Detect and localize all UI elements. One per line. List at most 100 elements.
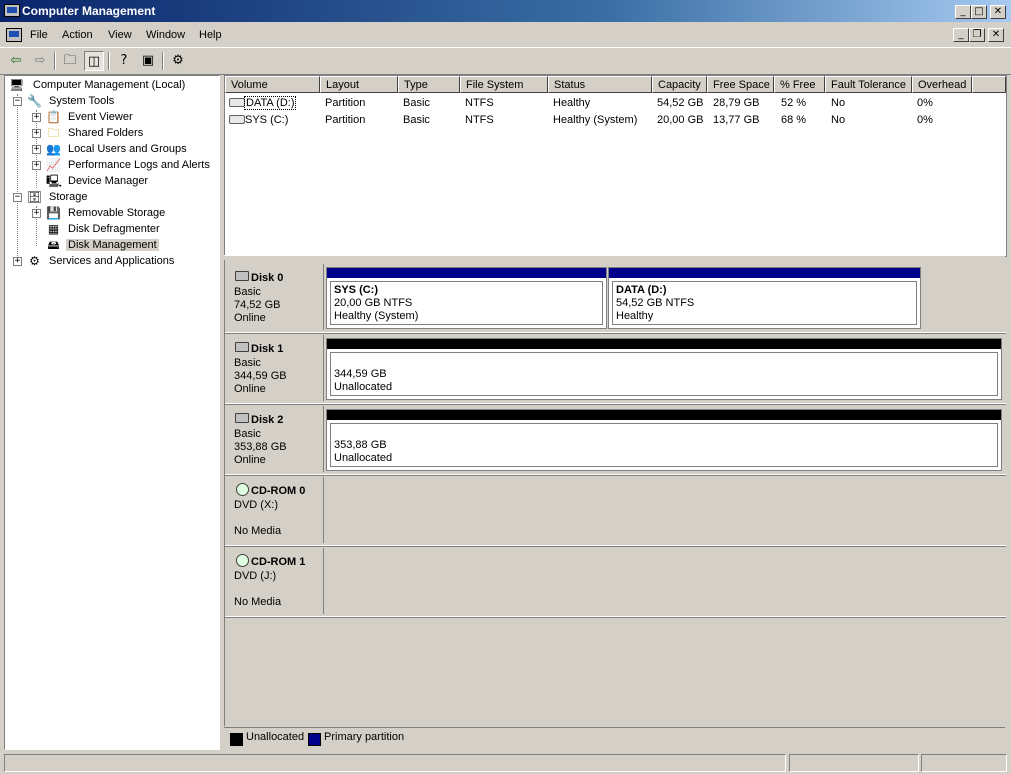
storage-icon: 🗄	[27, 190, 43, 204]
disk-info[interactable]: Disk 0 Basic 74,52 GB Online	[227, 264, 324, 330]
console-tree[interactable]: 🖥 Computer Management (Local) − 🔧 System…	[4, 75, 220, 750]
volume-list[interactable]: Volume Layout Type File System Status Ca…	[224, 75, 1007, 257]
partition-size: 54,52 GB NTFS	[616, 297, 695, 309]
up-folder-icon[interactable]: 🗀	[60, 51, 80, 71]
column-header-filler	[972, 76, 1006, 93]
disk-name: Disk 1	[251, 343, 284, 355]
disk-state: No Media	[234, 596, 282, 608]
column-header-fault-tolerance[interactable]: Fault Tolerance	[825, 76, 912, 93]
forward-arrow-icon[interactable]: ⇨	[30, 51, 50, 71]
disk-size: 353,88 GB	[234, 441, 287, 453]
disk-type: DVD (X:)	[234, 499, 278, 511]
legend: Unallocated Primary partition	[224, 727, 1005, 748]
disk-info[interactable]: CD-ROM 1 DVD (J:) No Media	[227, 548, 324, 614]
disk-management-icon: 🖴	[47, 238, 60, 252]
cell-volume: DATA (D:)	[244, 96, 297, 110]
status-panel	[789, 754, 919, 772]
disk-state: Online	[234, 454, 266, 466]
column-header-percent-free[interactable]: % Free	[774, 76, 825, 93]
cdrom-row[interactable]: CD-ROM 0 DVD (X:) No Media	[225, 475, 1006, 546]
legend-primary-partition: Primary partition	[324, 731, 405, 743]
mdi-document-icon[interactable]	[6, 28, 22, 42]
primary-partition-bar	[609, 268, 920, 278]
disk-info[interactable]: Disk 2 Basic 353,88 GB Online	[227, 406, 324, 472]
cell-file-system: NTFS	[465, 114, 494, 126]
column-header-status[interactable]: Status	[548, 76, 652, 93]
column-header-overhead[interactable]: Overhead	[912, 76, 972, 93]
disk-info[interactable]: Disk 1 Basic 344,59 GB Online	[227, 335, 324, 401]
unallocated-region[interactable]: 353,88 GB Unallocated	[326, 409, 1002, 471]
disk-graphical-view[interactable]: Disk 0 Basic 74,52 GB Online SYS (C:) 20…	[224, 260, 1006, 726]
primary-partition-bar	[327, 268, 606, 278]
menu-file[interactable]: File	[30, 29, 48, 41]
cell-status: Healthy	[553, 97, 591, 109]
system-tools-icon: 🔧	[27, 94, 42, 108]
removable-storage-icon: 💾	[46, 206, 61, 220]
disk-row[interactable]: Disk 0 Basic 74,52 GB Online SYS (C:) 20…	[225, 262, 1006, 333]
mdi-minimize-button[interactable]: _	[953, 28, 969, 42]
disk-state: Online	[234, 312, 266, 324]
computer-icon: 🖥	[9, 78, 25, 92]
unallocated-bar	[327, 339, 1001, 349]
expand-icon[interactable]: +	[13, 257, 22, 266]
collapse-icon[interactable]: −	[13, 97, 22, 106]
title-bar[interactable]: Computer Management _ □ ✕	[0, 0, 1011, 22]
cdrom-icon	[236, 554, 249, 567]
menu-help[interactable]: Help	[199, 29, 222, 41]
disk-info[interactable]: CD-ROM 0 DVD (X:) No Media	[227, 477, 324, 543]
cdrom-row[interactable]: CD-ROM 1 DVD (J:) No Media	[225, 546, 1006, 617]
mdi-close-button[interactable]: ✕	[988, 28, 1004, 42]
column-header-volume[interactable]: Volume	[225, 76, 320, 93]
partition-sys-c[interactable]: SYS (C:) 20,00 GB NTFS Healthy (System)	[326, 267, 607, 329]
show-hide-tree-icon[interactable]: ◫	[84, 51, 104, 71]
disk-type: DVD (J:)	[234, 570, 277, 582]
back-arrow-icon[interactable]: ⇦	[6, 51, 26, 71]
column-header-layout[interactable]: Layout	[320, 76, 398, 93]
disk-name: CD-ROM 1	[251, 556, 306, 568]
cell-layout: Partition	[325, 97, 366, 109]
cell-free-space: 28,79 GB	[713, 97, 760, 109]
cell-fault-tolerance: No	[831, 97, 846, 109]
column-header-file-system[interactable]: File System	[460, 76, 548, 93]
maximize-button[interactable]: □	[971, 5, 987, 19]
column-header-free-space[interactable]: Free Space	[707, 76, 774, 93]
menu-view[interactable]: View	[108, 29, 132, 41]
cell-free-space: 13,77 GB	[713, 114, 760, 126]
expand-icon[interactable]: +	[32, 209, 41, 218]
unallocated-region[interactable]: 344,59 GB Unallocated	[326, 338, 1002, 400]
menu-action[interactable]: Action	[62, 29, 93, 41]
cell-layout: Partition	[325, 114, 366, 126]
disk-size: 74,52 GB	[234, 299, 281, 311]
volume-icon	[229, 115, 245, 124]
partition-label: SYS (C:)	[334, 284, 378, 296]
legend-unallocated: Unallocated	[246, 731, 305, 743]
expand-icon[interactable]: +	[32, 161, 41, 170]
disk-name: CD-ROM 0	[251, 485, 306, 497]
menu-window[interactable]: Window	[146, 29, 185, 41]
hard-disk-icon	[235, 271, 249, 281]
expand-icon[interactable]: +	[32, 129, 41, 138]
close-button[interactable]: ✕	[990, 5, 1006, 19]
expand-icon[interactable]: +	[32, 113, 41, 122]
disk-type: Basic	[234, 286, 261, 298]
cell-fault-tolerance: No	[831, 114, 846, 126]
column-header-type[interactable]: Type	[398, 76, 460, 93]
partition-data-d[interactable]: DATA (D:) 54,52 GB NTFS Healthy	[608, 267, 921, 329]
console-icon[interactable]: ▣	[138, 51, 158, 71]
column-header-capacity[interactable]: Capacity	[652, 76, 707, 93]
menu-bar: File Action View Window Help _ ❐ ✕	[0, 24, 1011, 46]
disk-state: No Media	[234, 525, 282, 537]
cell-type: Basic	[403, 97, 430, 109]
disk-row[interactable]: Disk 1 Basic 344,59 GB Online 344,59 GB …	[225, 333, 1006, 404]
partition-body: SYS (C:) 20,00 GB NTFS Healthy (System)	[330, 281, 603, 325]
disk-row[interactable]: Disk 2 Basic 353,88 GB Online 353,88 GB …	[225, 404, 1006, 475]
properties-icon[interactable]: ⚙	[168, 51, 188, 71]
partition-label: DATA (D:)	[616, 284, 667, 296]
mdi-restore-button[interactable]: ❐	[969, 28, 985, 42]
partition-status: Unallocated	[334, 452, 393, 464]
toolbar-separator	[108, 52, 110, 70]
minimize-button[interactable]: _	[955, 5, 971, 19]
help-icon[interactable]: ?	[114, 51, 134, 71]
collapse-icon[interactable]: −	[13, 193, 22, 202]
expand-icon[interactable]: +	[32, 145, 41, 154]
